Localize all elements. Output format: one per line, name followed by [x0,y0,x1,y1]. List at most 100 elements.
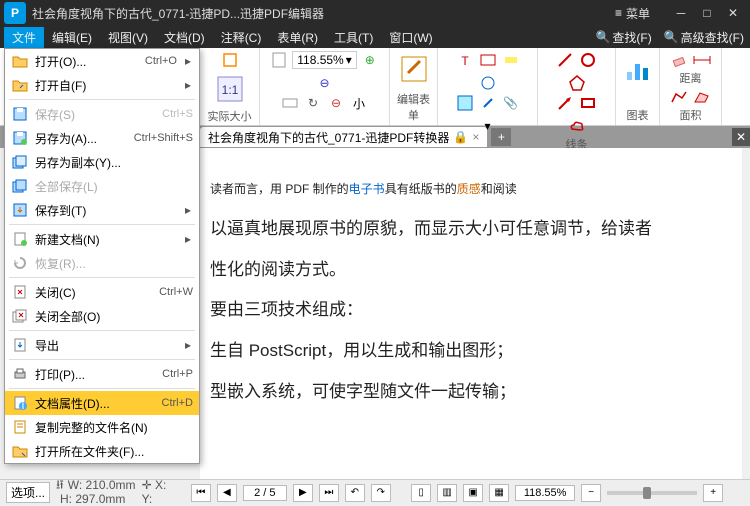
arrow-icon[interactable] [555,93,575,113]
polygon-icon[interactable] [567,73,587,93]
file-menu-item[interactable]: 复制完整的文件名(N) [5,415,199,439]
search-icon: 🔍 [595,30,610,44]
menu-form[interactable]: 表单(R) [269,27,326,48]
file-menu-item[interactable]: 关闭(C)Ctrl+W [5,280,199,304]
menu-document[interactable]: 文档(D) [156,27,213,48]
page-number-input[interactable] [243,485,287,501]
zoom-in-button[interactable]: + [703,484,723,502]
zoom-in-icon[interactable]: ⊕ [360,50,380,70]
doc-line: 要由三项技术组成： [200,290,742,331]
layout-cont-icon[interactable]: ▥ [437,484,457,502]
menu-view[interactable]: 视图(V) [100,27,156,48]
eraser-icon[interactable] [669,50,689,70]
file-menu-item[interactable]: 保存到(T)▸ [5,198,199,222]
file-menu-item: 全部保存(L) [5,174,199,198]
distance-icon[interactable] [692,50,712,70]
menu-item-label: 保存到(T) [35,202,177,219]
zoom-slider[interactable] [607,491,697,495]
menu-shortcut: Ctrl+P [162,368,193,380]
link-icon[interactable] [478,93,498,113]
options-button[interactable]: 选项... [6,482,50,503]
next-page-button[interactable]: ▶ [293,484,313,502]
submenu-arrow-icon: ▸ [183,232,193,246]
menu-item-label: 保存(S) [35,106,156,123]
new-tab-button[interactable]: + [491,128,511,146]
submenu-arrow-icon: ▸ [183,54,193,68]
menu-file[interactable]: 文件 [4,27,44,48]
export-icon [11,337,29,353]
menu-window[interactable]: 窗口(W) [381,27,440,48]
menu-comment[interactable]: 注释(C) [213,27,270,48]
image-tool-icon[interactable] [455,93,475,113]
area-icon[interactable] [692,87,712,107]
small-icon[interactable]: 小 [349,93,369,113]
saveall-icon [11,178,29,194]
file-menu-item[interactable]: 打开所在文件夹(F)... [5,439,199,463]
ribbon-group-area: 面积 [680,107,702,123]
menu-shortcut: Ctrl+Shift+S [134,132,193,144]
minimize-button[interactable]: ─ [668,3,694,23]
file-menu-item[interactable]: 另存为副本(Y)... [5,150,199,174]
minus-icon[interactable]: ⊖ [326,93,346,113]
line-icon[interactable] [555,50,575,70]
doc-line: 生自 PostScript，用以生成和输出图形； [200,331,742,372]
save-icon [11,106,29,122]
document-viewport: 读者而言，用 PDF 制作的电子书具有纸版书的质感和阅读 以逼真地展现原书的原貌… [200,148,742,479]
edit-form-icon[interactable] [395,50,433,88]
fit-page-icon[interactable] [269,50,289,70]
tab-close-icon[interactable]: × [472,130,479,144]
layout-book-icon[interactable]: ▦ [489,484,509,502]
highlight-icon[interactable] [501,50,521,70]
zoom-out-icon[interactable]: ⊖ [315,73,335,93]
perimeter-icon[interactable] [669,87,689,107]
layout-single-icon[interactable]: ▯ [411,484,431,502]
tabbar-close-button[interactable]: ✕ [732,128,750,146]
find-button[interactable]: 🔍查找(F) [589,27,657,48]
first-page-button[interactable]: ⏮ [191,484,211,502]
rect-icon[interactable] [578,93,598,113]
doc-line: 性化的阅读方式。 [200,250,742,291]
file-menu-item[interactable]: 打开自(F)▸ [5,73,199,97]
file-menu-item[interactable]: 关闭全部(O) [5,304,199,328]
layout-facing-icon[interactable]: ▣ [463,484,483,502]
advanced-find-button[interactable]: 🔍高级查找(F) [658,27,750,48]
attach-icon[interactable]: 📎 [501,93,521,113]
file-menu-item[interactable]: 打印(P)...Ctrl+P [5,362,199,386]
chart-icon[interactable] [619,50,657,88]
cloud-icon[interactable] [567,116,587,136]
file-menu-item[interactable]: 另存为(A)...Ctrl+Shift+S [5,126,199,150]
file-menu-item[interactable]: 导出▸ [5,333,199,357]
nav-fwd-button[interactable]: ↷ [371,484,391,502]
menu-shortcut: Ctrl+O [145,55,177,67]
text-tool-icon[interactable]: T [455,50,475,70]
actual-size-icon[interactable]: 1:1 [211,70,249,108]
file-menu-item: 保存(S)Ctrl+S [5,102,199,126]
maximize-button[interactable]: □ [694,3,720,23]
saveto-icon [11,202,29,218]
zoom-input[interactable] [515,485,575,501]
zoom-combo[interactable]: 118.55%▾ [292,51,357,69]
rotate-icon[interactable]: ↻ [303,93,323,113]
textbox-icon[interactable] [478,50,498,70]
zoom-out-button[interactable]: − [581,484,601,502]
stamp-icon[interactable] [478,73,498,93]
close-button[interactable]: ✕ [720,3,746,23]
ribbon-group-chart: 图表 [627,107,649,123]
hand-tool-icon[interactable] [220,50,240,70]
saveas-icon [11,130,29,146]
menu-tools[interactable]: 工具(T) [326,27,381,48]
print-icon [11,366,29,382]
fit-width-icon[interactable] [280,93,300,113]
menubar: 文件 编辑(E) 视图(V) 文档(D) 注释(C) 表单(R) 工具(T) 窗… [0,26,750,48]
last-page-button[interactable]: ⏭ [319,484,339,502]
file-menu-item[interactable]: 新建文档(N)▸ [5,227,199,251]
file-menu-item[interactable]: 打开(O)...Ctrl+O▸ [5,49,199,73]
document-tab[interactable]: 社会角度视角下的古代_0771-迅捷PDF转换器 🔒 × [200,127,487,147]
titlebar-menu-label[interactable]: 菜单 [626,5,650,22]
nav-back-button[interactable]: ↶ [345,484,365,502]
prev-page-button[interactable]: ◀ [217,484,237,502]
file-menu-item[interactable]: i文档属性(D)...Ctrl+D [5,391,199,415]
menu-edit[interactable]: 编辑(E) [44,27,100,48]
circle-icon[interactable] [578,50,598,70]
menu-item-label: 导出 [35,337,177,354]
